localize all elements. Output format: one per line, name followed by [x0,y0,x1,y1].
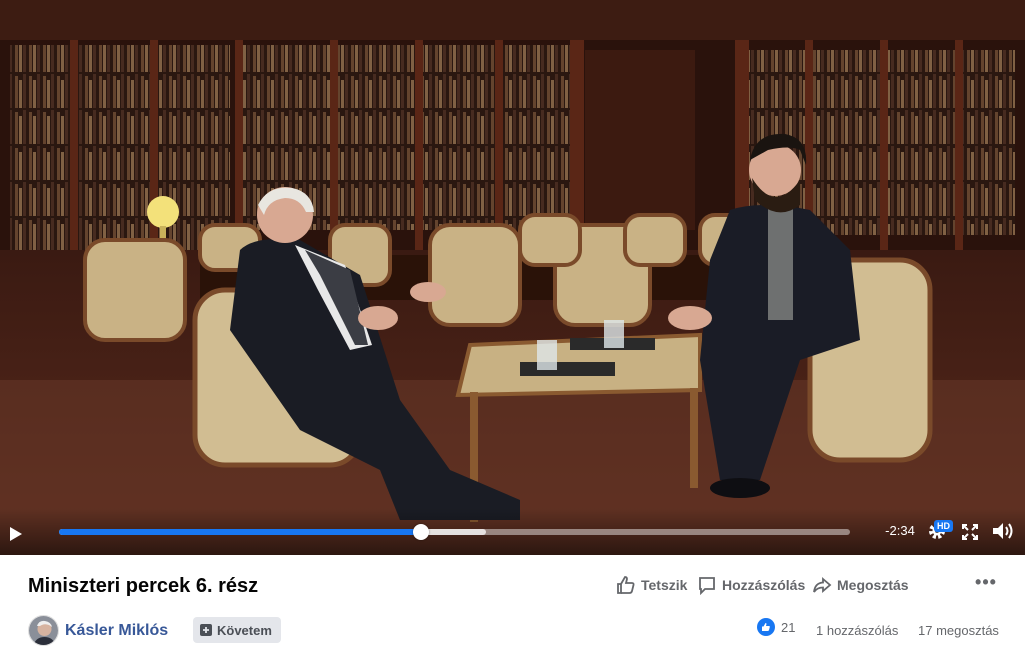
play-icon [10,527,22,541]
post-info-panel: Miniszteri percek 6. rész Tetszik Hozzás… [0,555,1025,658]
video-frame [0,0,1025,555]
reaction-summary[interactable]: 21 [757,618,795,636]
volume-button[interactable] [990,520,1016,542]
video-title: Miniszteri percek 6. rész [28,575,259,597]
fullscreen-icon [962,524,978,540]
shares-count-link[interactable]: 17 megosztás [918,623,999,638]
like-label: Tetszik [641,577,688,593]
hd-quality-badge: HD [934,520,953,532]
time-remaining: -2:34 [885,523,915,538]
share-button[interactable]: Megosztás [812,574,909,596]
comments-count-link[interactable]: 1 hozzászólás [816,623,898,638]
speaker-icon [993,523,1013,539]
video-progress-bar[interactable] [59,524,850,540]
like-reaction-icon [757,618,775,636]
thumbs-up-icon [617,576,635,594]
author-avatar[interactable] [28,615,59,646]
more-options-button[interactable]: ••• [974,572,998,595]
play-button[interactable] [6,524,26,544]
share-label: Megosztás [837,577,909,593]
follow-button[interactable]: Követem [193,617,281,643]
follow-label: Követem [217,622,272,638]
comment-button[interactable]: Hozzászólás [697,574,805,596]
video-player[interactable]: -2:34 HD [0,0,1025,555]
fullscreen-button[interactable] [960,522,980,542]
like-button[interactable]: Tetszik [616,574,687,596]
author-name-link[interactable]: Kásler Miklós [65,622,168,640]
share-icon [813,577,832,593]
follow-plus-icon [200,624,212,636]
reaction-count: 21 [781,619,796,635]
progress-played [59,529,422,535]
comment-label: Hozzászólás [722,577,806,593]
more-dots-icon: ••• [975,572,997,592]
comment-icon [699,577,715,595]
avatar-image [29,616,58,645]
